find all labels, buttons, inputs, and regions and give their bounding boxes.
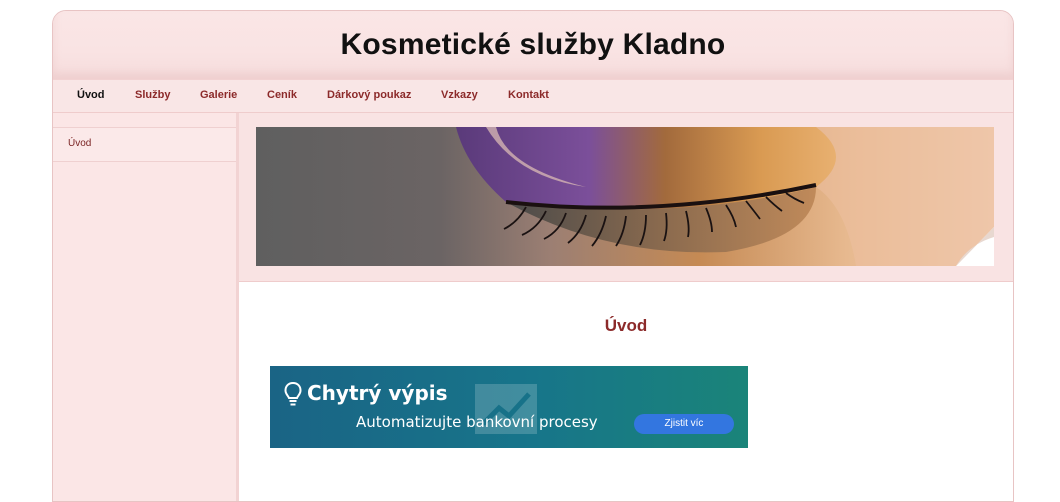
sidebar-item-label: Úvod <box>68 138 92 149</box>
nav-item-uvod[interactable]: Úvod <box>77 89 105 101</box>
main-content: Úvod Chytrý výpis Automatizujte bankovní… <box>239 282 1013 501</box>
sidebar: Úvod <box>53 113 239 501</box>
site-header: Kosmetické služby Kladno <box>53 11 1013 79</box>
lightbulb-icon <box>284 381 302 406</box>
ad-title: Chytrý výpis <box>307 381 448 405</box>
banner-area <box>239 113 1013 282</box>
site-title: Kosmetické služby Kladno <box>340 28 726 61</box>
ad-banner[interactable]: Chytrý výpis Automatizujte bankovní proc… <box>270 366 748 448</box>
eye-makeup-banner-image <box>256 127 994 266</box>
nav-item-kontakt[interactable]: Kontakt <box>508 89 549 101</box>
ad-subtitle: Automatizujte bankovní procesy <box>356 413 598 431</box>
sidebar-item-uvod[interactable]: Úvod <box>53 127 236 162</box>
nav-item-darkovy-poukaz[interactable]: Dárkový poukaz <box>327 89 411 101</box>
nav-item-galerie[interactable]: Galerie <box>200 89 237 101</box>
ad-learn-more-button[interactable]: Zjistit víc <box>634 414 734 434</box>
nav-item-cenik[interactable]: Ceník <box>267 89 297 101</box>
nav-item-vzkazy[interactable]: Vzkazy <box>441 89 478 101</box>
main-navigation: Úvod Služby Galerie Ceník Dárkový poukaz… <box>53 79 1013 113</box>
page-title: Úvod <box>604 316 648 335</box>
site-container: Kosmetické služby Kladno Úvod Služby Gal… <box>52 10 1014 502</box>
nav-item-sluzby[interactable]: Služby <box>135 89 170 101</box>
